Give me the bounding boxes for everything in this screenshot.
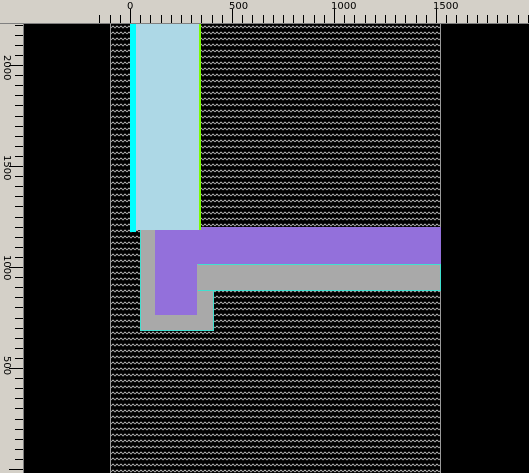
ruler-tick [15,35,23,36]
ruler-tick [15,186,23,187]
ruler-tick [15,126,23,127]
ruler-tick [15,156,23,157]
ruler-tick [15,146,23,147]
ruler-tick [15,217,23,218]
ruler-tick [110,15,111,23]
ruler-tick [252,15,253,23]
ruler-tick [181,15,182,23]
ruler-tick [15,277,23,278]
ruler-tick [15,247,23,248]
ruler-tick [15,75,23,76]
ruler-tick [15,358,23,359]
ruler-tick [273,15,274,23]
ruler-tick [150,15,151,23]
ruler-tick [507,15,508,23]
ruler-tick [15,287,23,288]
ruler-tick [15,95,23,96]
ruler-tick [385,15,386,23]
ruler-tick [344,15,345,23]
ruler-tick [15,378,23,379]
green-right-edge [199,24,201,230]
ruler-tick [15,408,23,409]
ruler-tick [15,85,23,86]
ruler-tick [395,15,396,23]
ruler-tick [293,15,294,23]
ruler-tick [15,328,23,329]
ruler-tick [15,257,23,258]
light-blue-rect[interactable] [130,24,201,230]
ruler-tick [375,15,376,23]
ruler-tick [15,297,23,298]
ruler-tick [416,15,417,23]
ruler-tick [15,419,23,420]
ruler-label-x: 1000 [331,1,357,12]
cyan-left-edge [130,24,136,232]
ruler-tick [15,136,23,137]
horizontal-ruler[interactable]: 0 500 1000 1500 [0,0,529,24]
ruler-tick [15,338,23,339]
ruler-tick [15,439,23,440]
ruler-tick [15,196,23,197]
ruler-tick [161,15,162,23]
ruler-tick [497,15,498,23]
ruler-tick [120,15,121,23]
ruler-label-y: 500 [1,356,12,376]
ruler-tick [171,15,172,23]
ruler-tick [15,237,23,238]
ruler-tick [191,15,192,23]
ruler-tick [15,25,23,26]
ruler-tick [15,459,23,460]
ruler-label-y: 1500 [1,155,12,181]
ruler-tick [283,15,284,23]
ruler-tick [15,55,23,56]
ruler-tick [303,15,304,23]
ruler-tick [15,388,23,389]
ruler-tick [222,15,223,23]
ruler-tick [263,15,264,23]
ruler-tick [15,45,23,46]
ruler-tick [15,116,23,117]
ruler-tick [15,449,23,450]
ruler-tick [456,15,457,23]
ruler-tick [99,15,100,23]
purple-l-shape-horizontal[interactable] [155,227,441,264]
ruler-tick [15,429,23,430]
ruler-tick [140,15,141,23]
ruler-tick [324,15,325,23]
vertical-ruler[interactable]: 2000 1500 1000 500 [0,24,24,473]
ruler-label-y: 1000 [1,255,12,281]
ruler-tick [15,318,23,319]
ruler-tick [365,15,366,23]
ruler-label-y: 2000 [1,55,12,81]
ruler-label-x: 500 [229,1,249,12]
ruler-tick [405,15,406,23]
ruler-tick [15,176,23,177]
drawing-canvas[interactable] [24,24,529,473]
ruler-label-x: 1500 [433,1,459,12]
ruler-tick [518,15,519,23]
ruler-tick [446,15,447,23]
gray-l-shape-horizontal[interactable] [198,264,441,291]
ruler-tick [426,15,427,23]
purple-l-shape-vertical[interactable] [155,227,197,315]
ruler-label-x: 0 [127,1,134,12]
ruler-tick [15,105,23,106]
ruler-tick [15,227,23,228]
ruler-tick [314,15,315,23]
ruler-tick [467,15,468,23]
layout-editor-window: 0 500 1000 1500 2000 1500 1000 500 [0,0,529,473]
ruler-tick [477,15,478,23]
ruler-tick [15,348,23,349]
ruler-tick [15,206,23,207]
ruler-tick [201,15,202,23]
ruler-tick [9,469,23,470]
ruler-tick [242,15,243,23]
ruler-tick [15,307,23,308]
ruler-tick [15,398,23,399]
ruler-tick [212,15,213,23]
ruler-tick [487,15,488,23]
ruler-tick [354,15,355,23]
